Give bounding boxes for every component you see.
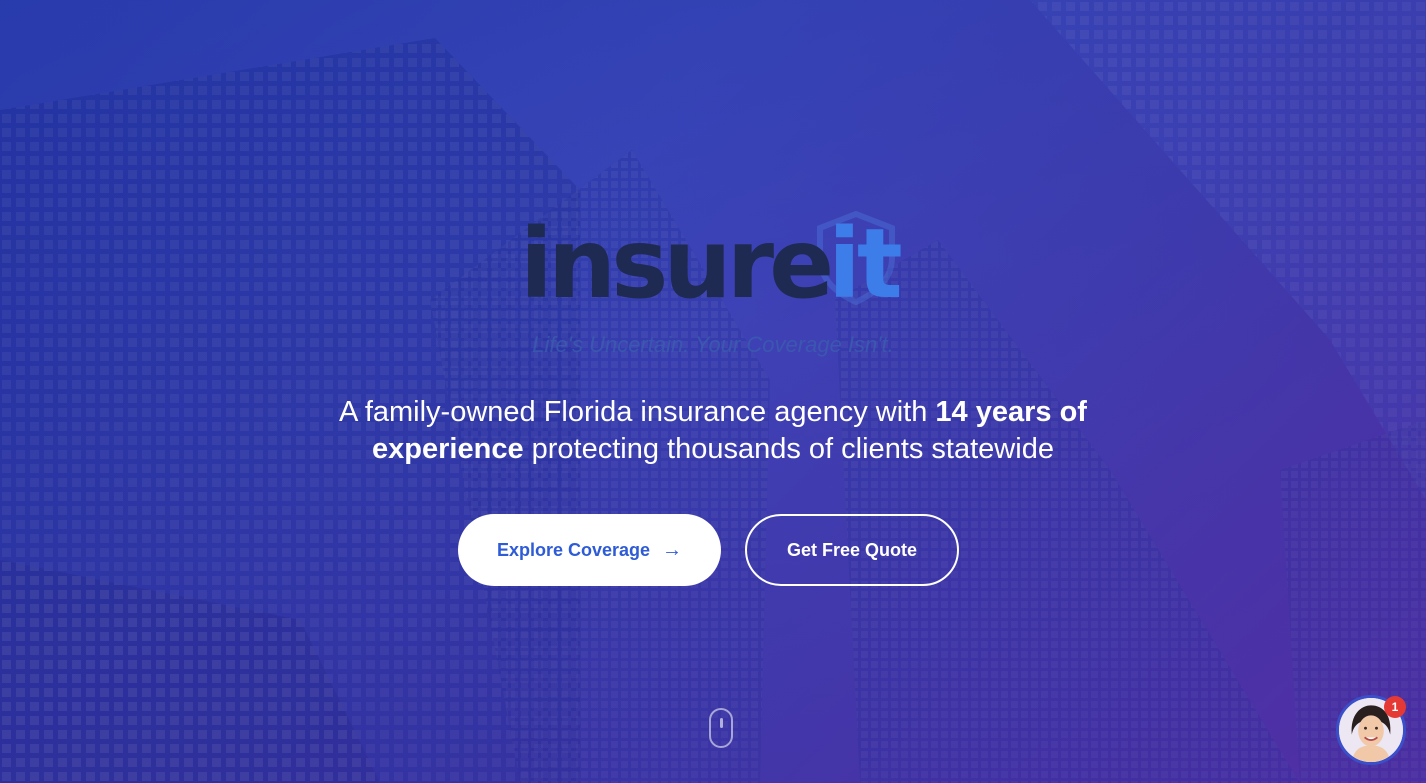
arrow-right-icon: → bbox=[662, 538, 683, 561]
brand-wordmark: insure bbox=[520, 208, 834, 320]
scroll-down-icon[interactable] bbox=[709, 708, 733, 748]
notification-badge: 1 bbox=[1384, 696, 1406, 718]
explore-coverage-button[interactable]: Explore Coverage → bbox=[458, 514, 721, 586]
subhead-text-2: protecting thousands of clients statewid… bbox=[523, 433, 1054, 465]
hero-section bbox=[0, 0, 1426, 783]
brand-tagline: Life's Uncertain. Your Coverage Isn't. bbox=[532, 332, 894, 357]
scroll-wheel bbox=[720, 718, 723, 728]
brand-wordmark-accent: it bbox=[828, 208, 903, 320]
subhead-text-1: A family-owned Florida insurance agency … bbox=[339, 396, 936, 428]
brand-logo[interactable]: insure it bbox=[520, 208, 910, 320]
explore-coverage-label: Explore Coverage bbox=[496, 539, 651, 560]
color-overlay bbox=[0, 0, 1426, 783]
get-free-quote-button[interactable]: Get Free Quote bbox=[745, 514, 959, 586]
hero-subheading: A family-owned Florida insurance agency … bbox=[300, 394, 1126, 468]
get-free-quote-label: Get Free Quote bbox=[786, 539, 918, 560]
